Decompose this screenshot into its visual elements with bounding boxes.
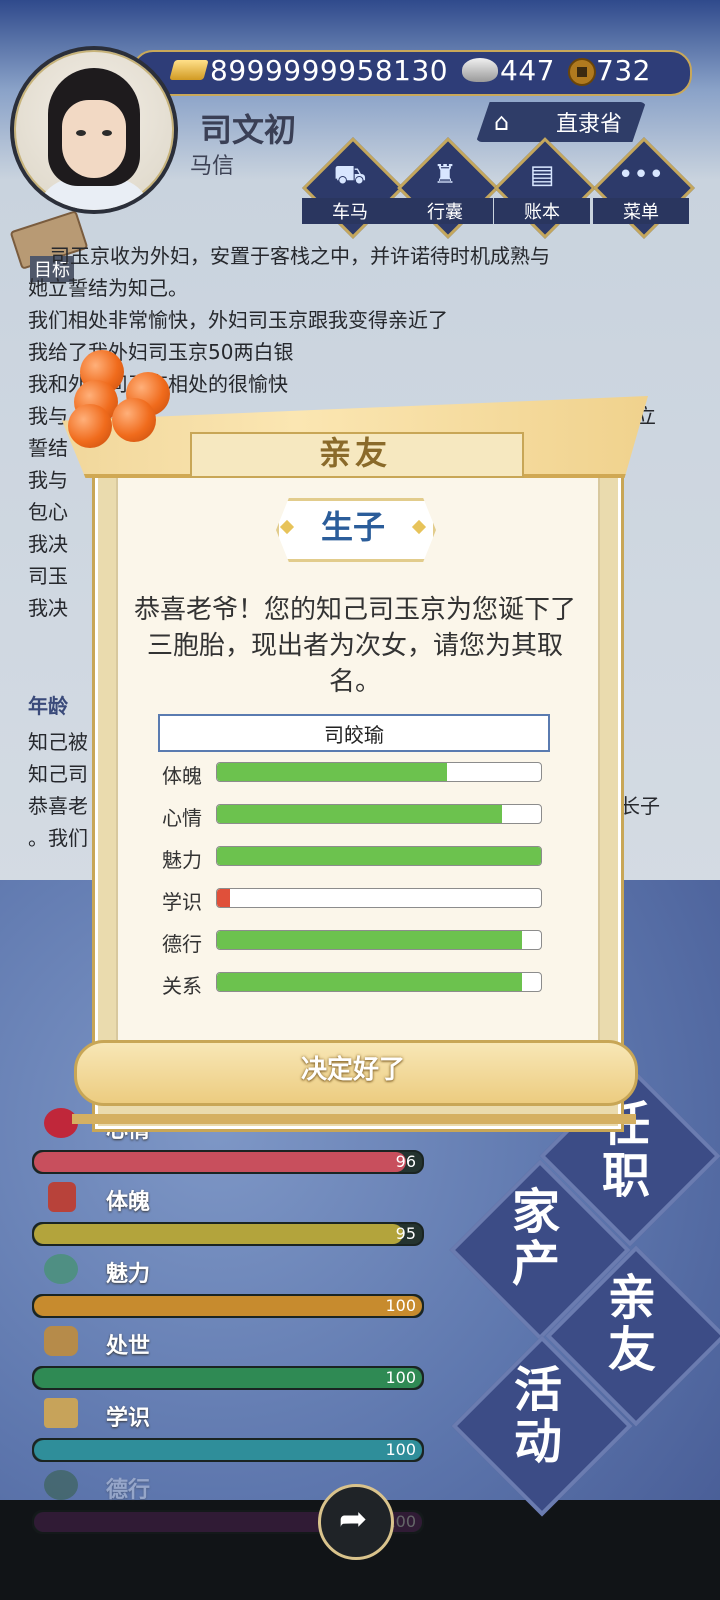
log-line: 我给了我外妇司玉京50两白银	[28, 340, 294, 364]
log-line: 誓结	[28, 436, 68, 460]
stat-bar-fill	[34, 1152, 407, 1172]
avatar-face	[62, 100, 126, 178]
nav-menu-label: 菜单	[593, 198, 689, 224]
mirror-icon	[44, 1254, 78, 1284]
coin-amount: 732	[596, 54, 651, 87]
child-stat-fill	[217, 931, 522, 949]
estate-label: 家产	[511, 1184, 560, 1292]
player-avatar[interactable]	[10, 46, 178, 214]
silver-amount: 447	[500, 54, 555, 87]
log-line: 包心	[28, 500, 68, 524]
log-line: 知己司	[28, 762, 88, 786]
silver-ingot-icon	[462, 58, 498, 82]
books-icon	[44, 1398, 78, 1428]
child-stat-bar	[216, 762, 542, 782]
dialog-heading: 亲友	[318, 434, 391, 472]
stat-bar: 96	[32, 1150, 424, 1174]
iron-icon: ⌂	[494, 108, 510, 136]
log-line: 我决	[28, 532, 68, 556]
candied-fruit-icon	[112, 398, 156, 442]
avatar-eye	[102, 130, 112, 136]
stat-value: 100	[385, 1296, 416, 1315]
child-stat-label: 学识	[162, 890, 202, 914]
log-line: 我决	[28, 596, 68, 620]
log-line: 我们相处非常愉快，外妇司玉京跟我变得亲近了	[28, 308, 448, 332]
child-stat-label: 心情	[162, 806, 202, 830]
child-stat-label: 魅力	[162, 848, 202, 872]
stat-bar-fill	[34, 1224, 403, 1244]
child-stat-bar	[216, 930, 542, 950]
nav-bag-label: 行囊	[397, 198, 493, 224]
child-stat-fill	[217, 847, 541, 865]
log-line: 恭喜老	[28, 794, 88, 818]
abacus-icon	[44, 1326, 78, 1356]
stat-label: 魅力	[106, 1262, 151, 1287]
nav-ledger-label: 账本	[494, 198, 590, 224]
stat-value: 100	[385, 1368, 416, 1387]
log-line: 我与	[28, 468, 68, 492]
event-message: 恭喜老爷！您的知己司玉京为您诞下了三胞胎，现出者为次女，请您为其取名。	[133, 595, 576, 697]
log-line: 知己被	[28, 730, 88, 754]
player-title: 马信	[190, 154, 235, 179]
share-icon: ➦	[338, 1499, 368, 1539]
stat-value: 95	[395, 1224, 416, 1243]
child-name-input[interactable]	[158, 714, 550, 752]
stat-bar: 95	[32, 1222, 424, 1246]
stat-bar: 100	[32, 1438, 424, 1462]
candied-fruit-icon	[68, 404, 112, 448]
child-stat-bar	[216, 972, 542, 992]
nav-carriage-label: 车马	[302, 198, 398, 224]
log-line: 长子	[620, 794, 660, 818]
stat-label: 体魄	[106, 1190, 151, 1215]
more-icon: •••	[617, 160, 664, 190]
bowl-icon	[44, 1470, 78, 1500]
log-line: 。我们	[28, 826, 88, 850]
family-label: 亲友	[607, 1270, 656, 1378]
child-stat-bar	[216, 804, 542, 824]
log-line: 我与	[28, 404, 68, 428]
stat-bar: 100	[32, 1294, 424, 1318]
carriage-icon: ⛟	[333, 160, 367, 190]
stat-value: 100	[385, 1440, 416, 1459]
player-name: 司文初	[200, 111, 297, 149]
log-line: 她立誓结为知己。	[28, 276, 188, 300]
log-age: 年龄	[28, 694, 68, 718]
child-stat-label: 德行	[162, 932, 202, 956]
ledger-icon: ▤	[529, 160, 555, 190]
child-stat-fill	[217, 805, 503, 823]
child-stat-fill	[217, 973, 522, 991]
child-stat-label: 关系	[162, 974, 202, 998]
stat-bar: 100	[32, 1366, 424, 1390]
stat-label: 德行	[106, 1478, 151, 1503]
dialog-bottom-rail	[72, 1114, 636, 1124]
activity-label: 活动	[513, 1362, 562, 1470]
child-stat-label: 体魄	[162, 764, 202, 788]
log-line: 司玉	[28, 564, 68, 588]
location-label: 直隶省	[556, 112, 623, 137]
child-stat-bar	[216, 846, 542, 866]
stat-value: 96	[395, 1152, 416, 1171]
confirm-button-label: 决定好了	[300, 1055, 405, 1085]
gold-ingot-icon	[169, 60, 209, 80]
coin-icon	[568, 58, 596, 86]
log-line: 司玉京收为外妇，安置于客栈之中，并许诺待时机成熟与	[50, 244, 550, 268]
child-stat-fill	[217, 763, 448, 781]
vase-icon	[48, 1182, 76, 1212]
child-stat-bar	[216, 888, 542, 908]
stat-label: 学识	[106, 1406, 151, 1431]
event-title: 生子	[320, 508, 385, 546]
stat-label: 处世	[106, 1334, 151, 1359]
bag-icon: ♜	[433, 160, 457, 190]
avatar-eye	[76, 130, 86, 136]
gold-amount: 8999999958130	[210, 54, 449, 87]
child-stat-fill	[217, 889, 230, 907]
